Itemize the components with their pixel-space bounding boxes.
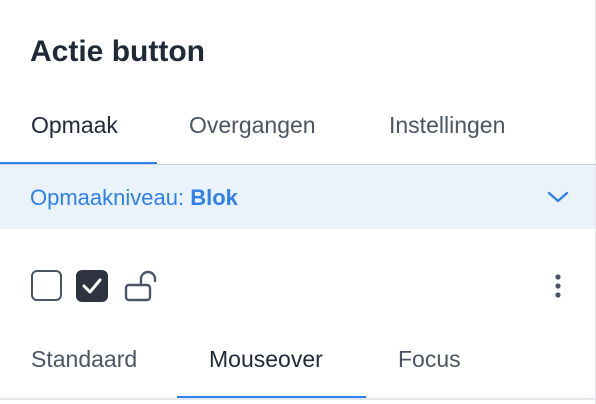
tab-opmaak[interactable]: Opmaak — [31, 88, 118, 164]
main-tab-bar: Opmaak Overgangen Instellingen — [0, 88, 596, 165]
unchecked-checkbox[interactable] — [31, 270, 62, 301]
tab-mouseover[interactable]: Mouseover — [209, 330, 323, 398]
style-level-value: Blok — [190, 185, 238, 210]
style-level-dropdown[interactable]: Opmaakniveau: Blok — [0, 165, 595, 229]
tab-standaard[interactable]: Standaard — [31, 330, 137, 398]
check-icon — [82, 278, 102, 294]
checked-checkbox[interactable] — [76, 270, 108, 302]
tab-overgangen[interactable]: Overgangen — [189, 88, 316, 164]
style-level-label: Opmaakniveau: — [30, 185, 185, 210]
state-tab-bar: Standaard Mouseover Focus — [0, 330, 596, 400]
tab-focus[interactable]: Focus — [398, 330, 461, 398]
active-tab-indicator — [0, 162, 157, 164]
active-state-indicator — [177, 396, 366, 398]
style-toolbar — [0, 262, 596, 314]
panel-title: Actie button — [30, 35, 205, 68]
settings-panel: Actie button Opmaak Overgangen Instellin… — [0, 0, 596, 404]
style-level-text: Opmaakniveau: Blok — [30, 165, 238, 231]
chevron-down-icon[interactable] — [546, 188, 570, 206]
unlocked-lock-icon[interactable] — [124, 270, 158, 302]
tab-instellingen[interactable]: Instellingen — [389, 88, 505, 164]
more-vertical-icon[interactable] — [550, 272, 566, 300]
